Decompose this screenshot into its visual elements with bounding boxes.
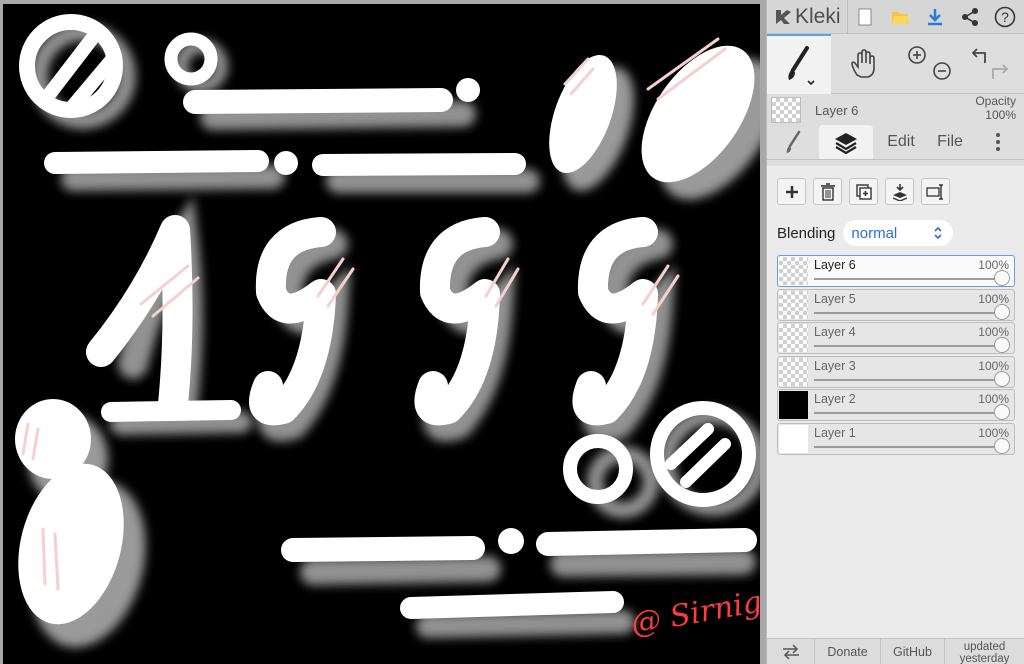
select-arrows-icon [934, 226, 942, 240]
redo-icon[interactable] [992, 64, 1009, 79]
opacity-slider-knob[interactable] [994, 404, 1010, 420]
tab-brush[interactable] [767, 125, 819, 159]
help-icon[interactable]: ? [988, 0, 1023, 34]
kleki-logo-icon [776, 9, 791, 24]
layer-thumbnail [779, 424, 808, 453]
add-layer-button[interactable] [777, 178, 806, 205]
layer-thumbnail [779, 257, 808, 285]
brush-tab-icon [786, 130, 801, 153]
layer-name: Layer 6 [814, 258, 856, 272]
updated-label: updated yesterday [959, 641, 1010, 664]
layer-thumbnail [779, 357, 808, 386]
layer-thumbnail [779, 290, 808, 319]
merge-layer-button[interactable] [885, 178, 914, 205]
layer-row[interactable]: Layer 1 100% [777, 422, 1015, 455]
zoom-in-icon[interactable] [908, 46, 926, 64]
top-bar: Kleki ? [767, 0, 1024, 34]
kleki-logo[interactable]: Kleki [767, 0, 848, 34]
layer-name: Layer 4 [814, 325, 856, 339]
github-link[interactable]: GitHub [881, 639, 945, 664]
blending-row: Blending normal [767, 220, 1024, 246]
rename-icon [925, 183, 943, 200]
current-layer-preview[interactable]: Layer 6 Opacity 100% [767, 94, 1024, 126]
undo-icon[interactable] [971, 48, 986, 63]
layer-row[interactable]: Layer 2 100% [777, 389, 1015, 421]
opacity-label: Opacity [975, 94, 1016, 108]
tab-file[interactable]: File [929, 125, 971, 159]
donate-link[interactable]: Donate [815, 639, 881, 664]
svg-text:@ Sirnight: @ Sirnight [628, 579, 760, 642]
opacity-value: 100% [985, 108, 1016, 122]
tab-layers[interactable] [819, 125, 873, 159]
drawing-canvas[interactable]: @ Sirnight [3, 4, 760, 664]
opacity-slider-track[interactable] [814, 311, 1000, 314]
opacity-slider-knob[interactable] [994, 303, 1010, 320]
open-folder-icon[interactable] [883, 0, 918, 34]
layer-name: Layer 3 [814, 358, 856, 373]
tool-row [767, 34, 1024, 94]
hand-tool-button[interactable] [831, 34, 895, 94]
kleki-app: @ Sirnight Kleki ? Layer 6 Opacity 100% … [0, 0, 1024, 664]
svg-text:?: ? [1001, 9, 1009, 25]
brush-tool-button[interactable] [767, 34, 831, 94]
opacity-slider-track[interactable] [814, 278, 1000, 280]
zoom-controls [895, 34, 959, 94]
more-menu-icon[interactable] [971, 125, 1024, 159]
zoom-out-icon[interactable] [933, 62, 951, 80]
duplicate-icon [855, 183, 872, 200]
layer-list: Layer 6 100% Layer 5 100% Layer 4 100% Layer 3… [777, 255, 1015, 456]
share-icon[interactable] [953, 0, 988, 34]
opacity-slider-knob[interactable] [994, 437, 1010, 454]
layer-row[interactable]: Layer 6 100% [777, 255, 1015, 287]
layers-pane: Blending normal Layer 6 100% Layer 5 100% La… [767, 166, 1024, 638]
layer-thumbnail [779, 324, 808, 352]
trash-icon [820, 182, 835, 201]
canvas-area[interactable]: @ Sirnight [0, 0, 766, 664]
opacity-slider-track[interactable] [814, 345, 1000, 347]
opacity-slider-knob[interactable] [994, 337, 1010, 353]
layer-thumbnail [779, 391, 808, 419]
app-name: Kleki [795, 4, 841, 28]
hand-icon [851, 49, 875, 78]
artwork: @ Sirnight [15, 14, 760, 648]
opacity-slider-track[interactable] [814, 378, 1000, 381]
layer-name: Layer 2 [814, 392, 856, 406]
layer-name: Layer 5 [814, 291, 856, 306]
brush-icon [788, 46, 815, 86]
layer-actions [767, 166, 1024, 205]
delete-layer-button[interactable] [813, 178, 842, 205]
opacity-slider-track[interactable] [814, 445, 1000, 448]
swap-sides-icon[interactable] [767, 639, 815, 664]
signature: @ Sirnight [628, 579, 760, 642]
side-panel: Kleki ? Layer 6 Opacity 100% Edit File B… [766, 0, 1024, 664]
merge-down-icon [892, 183, 907, 201]
plus-icon [785, 185, 798, 198]
bottom-bar: Donate GitHub updated yesterday [767, 638, 1024, 664]
panel-tabs: Edit File [767, 125, 1024, 160]
current-layer-opacity: Opacity 100% [975, 94, 1016, 122]
blending-select[interactable]: normal [843, 220, 954, 246]
blending-value: normal [851, 224, 898, 242]
current-layer-thumbnail [771, 97, 801, 123]
layer-name: Layer 1 [814, 425, 856, 440]
rename-layer-button[interactable] [921, 178, 950, 205]
undo-redo-controls [959, 34, 1023, 94]
layer-row[interactable]: Layer 5 100% [777, 288, 1015, 321]
duplicate-layer-button[interactable] [849, 178, 878, 205]
blending-label: Blending [777, 224, 836, 242]
opacity-slider-track[interactable] [814, 412, 1000, 414]
layer-row[interactable]: Layer 3 100% [777, 355, 1015, 388]
layer-row[interactable]: Layer 4 100% [777, 322, 1015, 354]
tab-edit[interactable]: Edit [873, 125, 929, 159]
layers-icon [835, 133, 857, 154]
download-icon[interactable] [918, 0, 953, 34]
new-image-icon[interactable] [848, 0, 883, 34]
opacity-slider-knob[interactable] [994, 270, 1010, 286]
opacity-slider-knob[interactable] [994, 370, 1010, 387]
current-layer-name: Layer 6 [815, 102, 859, 118]
